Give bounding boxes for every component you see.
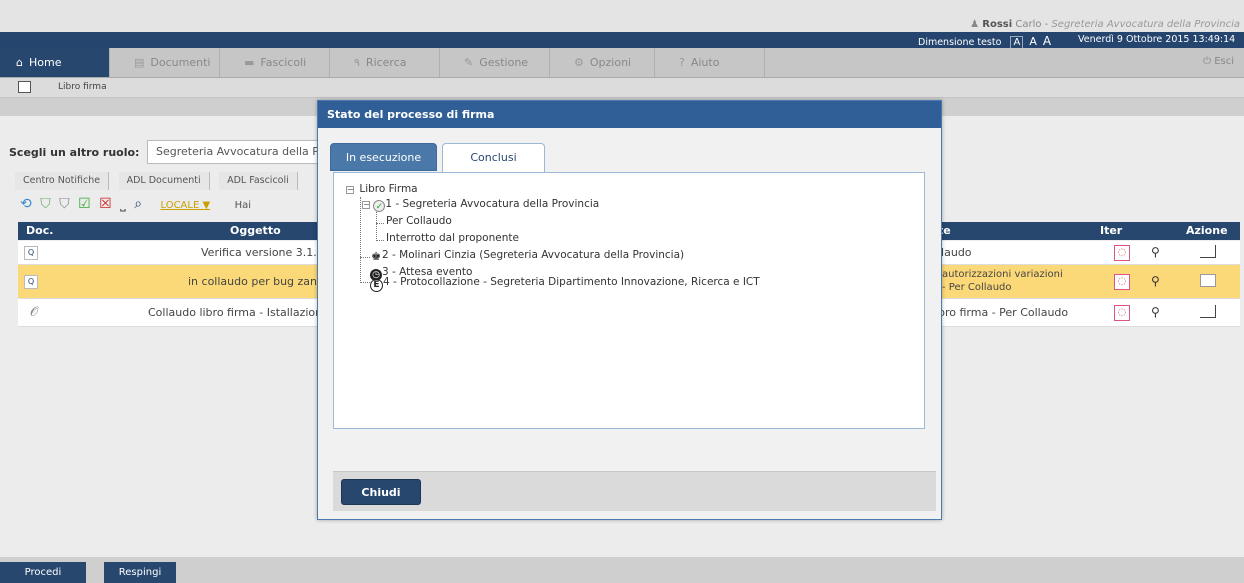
row-oggetto: Collaudo libro firma - Istallazione <box>148 306 329 319</box>
doc-icon[interactable]: Q <box>24 275 38 289</box>
user-role: Segreteria Avvocatura della Provincia <box>1051 19 1240 30</box>
respingi-button[interactable]: Respingi <box>104 562 176 583</box>
reject-icon[interactable]: ☒ <box>99 196 112 212</box>
current-datetime: Venerdì 9 Ottobre 2015 13:49:14 <box>1078 34 1236 45</box>
logout-button[interactable]: ⏻ Esci <box>1203 56 1234 67</box>
pencil-icon: ✎ <box>464 56 474 69</box>
options-icon: ⚙ <box>574 56 584 69</box>
tree-node-1b[interactable]: Interrotto dal proponente <box>386 232 519 244</box>
breadcrumb: Libro firma <box>0 78 1244 98</box>
refresh-icon[interactable]: ⟲ <box>20 196 32 212</box>
tab-adl-documenti[interactable]: ADL Documenti <box>118 172 210 190</box>
role-select[interactable]: Segreteria Avvocatura della P <box>147 140 322 164</box>
row-stato: llaudo <box>938 246 972 259</box>
tree-connector <box>360 257 370 258</box>
magnifier-icon[interactable]: ⚲ <box>1151 305 1160 319</box>
iter-icon[interactable]: ◌ <box>1114 305 1130 321</box>
tree-root[interactable]: − Libro Firma <box>346 183 418 195</box>
breadcrumb-item[interactable]: Libro firma <box>58 82 107 92</box>
dialog-footer: Chiudi <box>333 471 936 511</box>
signature-process-dialog: Stato del processo di firma In esecuzion… <box>317 100 942 520</box>
doc-icon[interactable]: Q <box>24 246 38 260</box>
user-info: ♟ Rossi Carlo - Segreteria Avvocatura de… <box>970 19 1240 30</box>
action-checkbox[interactable] <box>1200 245 1216 258</box>
magnifier-icon[interactable]: ⚲ <box>1151 245 1160 259</box>
procedi-button[interactable]: Procedi <box>0 562 86 583</box>
tree-node-4[interactable]: E4 - Protocollazione - Segreteria Dipart… <box>370 276 760 292</box>
user-bar: ♟ Rossi Carlo - Segreteria Avvocatura de… <box>0 0 1244 32</box>
menu-gestione[interactable]: ✎ Gestione <box>440 48 550 77</box>
text-size-large[interactable]: A <box>1043 34 1051 48</box>
clear-filter-icon[interactable]: ⛉ <box>59 196 70 212</box>
search-icon: ٩ <box>354 56 360 69</box>
tab-adl-fascicoli[interactable]: ADL Fascicoli <box>219 172 298 190</box>
user-icon: ♚ <box>371 250 381 263</box>
document-icon: ▤ <box>134 56 145 69</box>
tree-connector <box>376 240 384 241</box>
row-stato: bro firma - Per Collaudo <box>938 306 1069 319</box>
tree-node-2[interactable]: ♚2 - Molinari Cinzia (Segreteria Avvocat… <box>370 249 684 263</box>
tree-connector <box>376 223 384 224</box>
e-icon: E <box>370 279 383 292</box>
close-button[interactable]: Chiudi <box>341 479 421 505</box>
text-size-control: Dimensione testo A A A <box>918 34 1051 49</box>
check-icon: ✓ <box>373 200 386 212</box>
text-size-label: Dimensione testo <box>918 37 1002 48</box>
col-iter: Iter <box>1100 224 1123 237</box>
menu-ricerca[interactable]: ٩ Ricerca <box>330 48 440 77</box>
home-icon: ⌂ <box>16 56 23 69</box>
info-bar: Dimensione testo A A A Venerdì 9 Ottobre… <box>0 32 1244 49</box>
menu-opzioni[interactable]: ⚙ Opzioni <box>550 48 655 77</box>
menu-aiuto[interactable]: ? Aiuto <box>655 48 765 77</box>
tab-in-esecuzione[interactable]: In esecuzione <box>330 143 437 171</box>
text-size-medium[interactable]: A <box>1029 35 1037 48</box>
user-icon: ♟ <box>970 19 980 30</box>
subtabs: Centro Notifiche ADL Documenti ADL Fasci… <box>15 172 304 190</box>
preview-icon[interactable]: ⌕ <box>134 196 142 212</box>
locale-dropdown[interactable]: LOCALE ▼ <box>160 200 210 211</box>
menu-fascicoli[interactable]: ▬ Fascicoli <box>220 48 330 77</box>
col-oggetto: Oggetto <box>230 224 281 237</box>
bottom-action-bar: Procedi Respingi <box>0 557 1244 583</box>
collapse-icon[interactable]: − <box>362 201 370 209</box>
dialog-title: Stato del processo di firma <box>318 101 941 128</box>
collapse-icon[interactable]: − <box>346 186 354 194</box>
filter-icon[interactable]: ⛉ <box>40 196 51 212</box>
col-doc: Doc. <box>26 224 54 237</box>
menu-home[interactable]: ⌂ Home <box>0 48 110 77</box>
tree-node-1a[interactable]: Per Collaudo <box>386 215 452 227</box>
folder-icon: ▬ <box>244 56 255 69</box>
row-oggetto: in collaudo per bug zano <box>188 275 324 288</box>
tree-node-1[interactable]: − ✓ 1 - Segreteria Avvocatura della Provi… <box>362 198 599 212</box>
tab-conclusi[interactable]: Conclusi <box>442 143 545 173</box>
tree-connector <box>360 282 370 283</box>
main-menu: ⌂ Home ▤ Documenti ▬ Fascicoli ٩ Ricerca ✎ Ge… <box>0 48 1244 78</box>
tab-centro-notifiche[interactable]: Centro Notifiche <box>15 172 110 190</box>
row-stato: autorizzazioni variazioni <box>942 269 1063 280</box>
sign-icon[interactable]: ☑ <box>78 196 91 212</box>
power-icon: ⏻ <box>1203 56 1211 67</box>
iter-icon[interactable]: ◌ <box>1114 274 1130 290</box>
action-checkbox[interactable] <box>1200 305 1216 318</box>
magnifier-icon[interactable]: ⚲ <box>1151 274 1160 288</box>
iter-icon[interactable]: ◌ <box>1114 245 1130 261</box>
tree-connector <box>376 207 377 241</box>
process-tree-panel: − Libro Firma − ✓ 1 - Segreteria Avvocatu… <box>333 172 925 429</box>
row-stato-2: - Per Collaudo <box>942 282 1012 293</box>
col-azione: Azione <box>1186 224 1228 237</box>
menu-documenti[interactable]: ▤ Documenti <box>110 48 220 77</box>
list-toolbar: ⟲ ⛉ ⛉ ☑ ☒ ⎵ ⌕ LOCALE ▼ Hai <box>20 196 255 212</box>
row-oggetto: Verifica versione 3.1.1 <box>201 246 324 259</box>
book-icon <box>18 81 31 93</box>
user-surname: Rossi <box>982 19 1013 30</box>
user-firstname: Carlo <box>1015 19 1042 30</box>
action-checkbox[interactable] <box>1200 274 1216 287</box>
help-icon: ? <box>679 56 685 69</box>
count-text: Hai <box>234 200 252 211</box>
checkbox-icon[interactable]: ⎵ <box>120 196 126 212</box>
tree-connector <box>360 197 361 283</box>
role-label: Scegli un altro ruolo: <box>9 146 140 159</box>
paperclip-icon[interactable]: 𝒪 <box>30 305 38 320</box>
